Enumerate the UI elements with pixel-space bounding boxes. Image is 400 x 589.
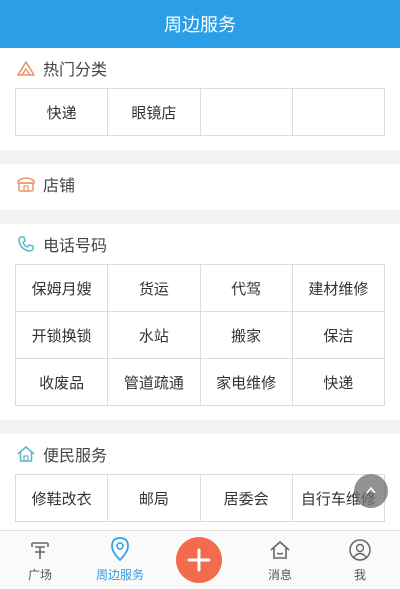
house-icon: [270, 541, 290, 559]
service-cell[interactable]: 保洁: [292, 312, 385, 359]
section-title: 店铺: [43, 176, 76, 195]
scroll-top-button[interactable]: [354, 474, 388, 508]
civic-service-grid: 修鞋改衣 邮局 居委会 自行车维修: [15, 474, 385, 522]
plus-icon: [187, 548, 211, 572]
plaza-icon: [31, 542, 49, 559]
tab-me[interactable]: 我: [320, 531, 400, 589]
shop-icon: [15, 173, 37, 195]
home-icon: [15, 443, 37, 465]
category-cell-empty: [292, 89, 385, 136]
service-cell[interactable]: 家电维修: [200, 359, 293, 406]
section-header-hot: 热门分类: [15, 48, 385, 88]
location-pin-icon: [111, 537, 129, 562]
main-content[interactable]: 热门分类 快递 眼镜店 店铺 电话号码 保姆月嫂 货运 代驾 建材维修 开锁换锁…: [0, 48, 400, 530]
phone-category-grid: 保姆月嫂 货运 代驾 建材维修 开锁换锁 水站 搬家 保洁 收废品 管道疏通 家…: [15, 264, 385, 406]
section-title: 便民服务: [43, 446, 108, 465]
section-title: 热门分类: [43, 60, 108, 79]
section-title: 电话号码: [43, 236, 108, 255]
tab-label: 广场: [27, 568, 52, 582]
service-cell[interactable]: 收废品: [16, 359, 109, 406]
service-cell[interactable]: 开锁换锁: [16, 312, 109, 359]
section-header-phone: 电话号码: [15, 224, 385, 264]
category-cell[interactable]: 眼镜店: [108, 89, 201, 136]
page-title: 周边服务: [164, 15, 236, 36]
top-bar: 周边服务: [0, 0, 400, 48]
tab-nearby-services[interactable]: 周边服务: [80, 531, 160, 589]
tab-label: 消息: [267, 568, 292, 582]
category-cell-empty: [200, 89, 293, 136]
arrow-up-icon: [366, 486, 376, 494]
service-cell[interactable]: 快递: [292, 359, 385, 406]
tab-label: 我: [353, 568, 366, 582]
section-phone-numbers: 电话号码 保姆月嫂 货运 代驾 建材维修 开锁换锁 水站 搬家 保洁 收废品 管…: [0, 224, 400, 420]
service-cell[interactable]: 修鞋改衣: [16, 475, 109, 522]
service-cell[interactable]: 搬家: [200, 312, 293, 359]
service-cell[interactable]: 管道疏通: [108, 359, 201, 406]
service-cell[interactable]: 建材维修: [292, 265, 385, 312]
section-hot-categories: 热门分类 快递 眼镜店: [0, 48, 400, 150]
service-cell[interactable]: 居委会: [200, 475, 293, 522]
service-cell[interactable]: 货运: [108, 265, 201, 312]
add-button[interactable]: [176, 537, 222, 583]
section-header-civic: 便民服务: [15, 434, 385, 474]
tab-messages[interactable]: 消息: [240, 531, 320, 589]
service-cell[interactable]: 代驾: [200, 265, 293, 312]
tab-label: 周边服务: [95, 568, 144, 582]
mountain-icon: [15, 57, 37, 79]
tab-plaza[interactable]: 广场: [0, 531, 80, 589]
service-cell[interactable]: 水站: [108, 312, 201, 359]
user-icon: [349, 539, 371, 561]
phone-icon: [15, 233, 37, 255]
category-cell[interactable]: 快递: [16, 89, 109, 136]
section-shops[interactable]: 店铺: [0, 164, 400, 210]
section-header-shops: 店铺: [15, 164, 385, 204]
section-civic-services: 便民服务 修鞋改衣 邮局 居委会 自行车维修: [0, 434, 400, 530]
hot-category-grid: 快递 眼镜店: [15, 88, 385, 136]
service-cell[interactable]: 邮局: [108, 475, 201, 522]
service-cell[interactable]: 保姆月嫂: [16, 265, 109, 312]
